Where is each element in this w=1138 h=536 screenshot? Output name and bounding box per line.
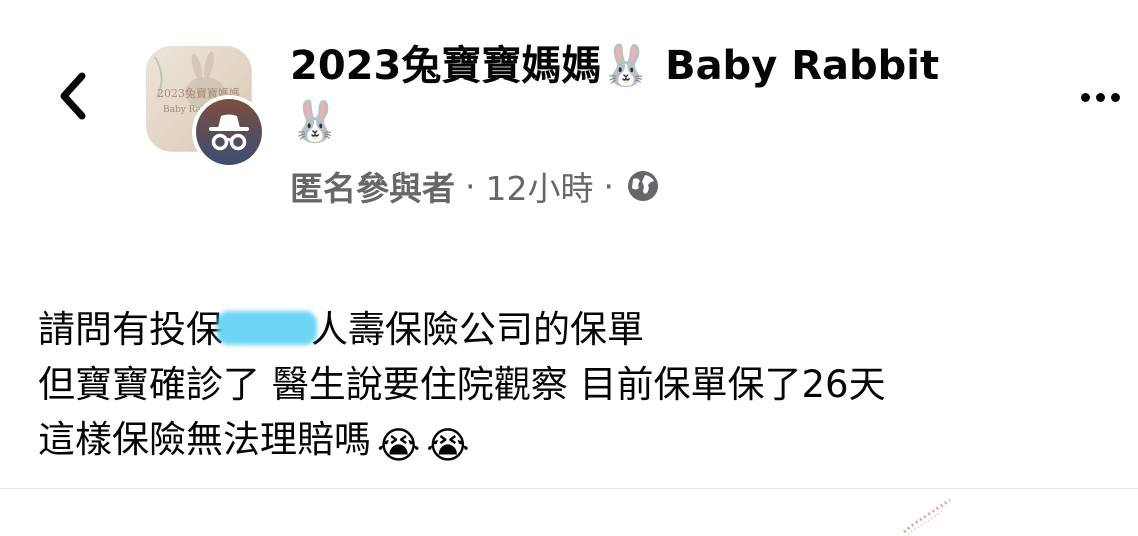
post-text: 請問有投保 — [38, 308, 223, 351]
author-name[interactable]: 匿名參與者 — [290, 162, 455, 210]
group-name-text: 2023兔寶寶媽媽 — [290, 43, 602, 89]
post-text: 這樣保險無法理賠嗎 — [38, 418, 371, 461]
meta-separator: · — [603, 166, 615, 206]
redaction-mark — [217, 311, 317, 345]
post-meta: 匿名參與者 · 12小時 · — [290, 164, 660, 208]
more-options-button[interactable] — [1070, 80, 1130, 114]
rabbit-emoji-icon: 🐰 — [290, 99, 340, 145]
back-button[interactable] — [44, 64, 100, 128]
group-name-english: Baby Rabbit — [665, 43, 940, 89]
rabbit-emoji-icon: 🐰 — [601, 43, 652, 89]
post-text: 人壽保險公司的保單 — [311, 308, 644, 351]
globe-icon — [626, 169, 660, 203]
chevron-left-icon — [60, 72, 86, 120]
more-dot — [1110, 92, 1120, 102]
crying-face-icon: 😭 — [377, 424, 421, 467]
divider — [0, 488, 1138, 489]
anonymous-avatar[interactable] — [192, 95, 266, 169]
post-line-1: 請問有投保 人壽保險公司的保單 — [38, 302, 1118, 357]
more-dot — [1080, 92, 1090, 102]
post-line-2: 但寶寶確診了 醫生說要住院觀察 目前保單保了26天 — [38, 363, 886, 406]
crying-face-icon: 😭 — [426, 424, 470, 467]
meta-separator: · — [465, 166, 476, 206]
decorative-sparkle-icon — [903, 498, 951, 535]
post-line-3: 這樣保險無法理賠嗎 😭 😭 — [38, 412, 1118, 467]
post-time[interactable]: 12小時 — [486, 162, 594, 210]
post-body: 請問有投保 人壽保險公司的保單 但寶寶確診了 醫生說要住院觀察 目前保單保了26天… — [38, 302, 1118, 467]
group-name[interactable]: 2023兔寶寶媽媽🐰 Baby Rabbit 🐰 — [290, 38, 1010, 150]
more-dot — [1095, 92, 1105, 102]
post-screen: 2023兔寶寶媽媽 Baby Rabbit 2023兔寶寶媽媽🐰 Baby Ra… — [0, 0, 1138, 536]
incognito-icon — [209, 114, 249, 151]
